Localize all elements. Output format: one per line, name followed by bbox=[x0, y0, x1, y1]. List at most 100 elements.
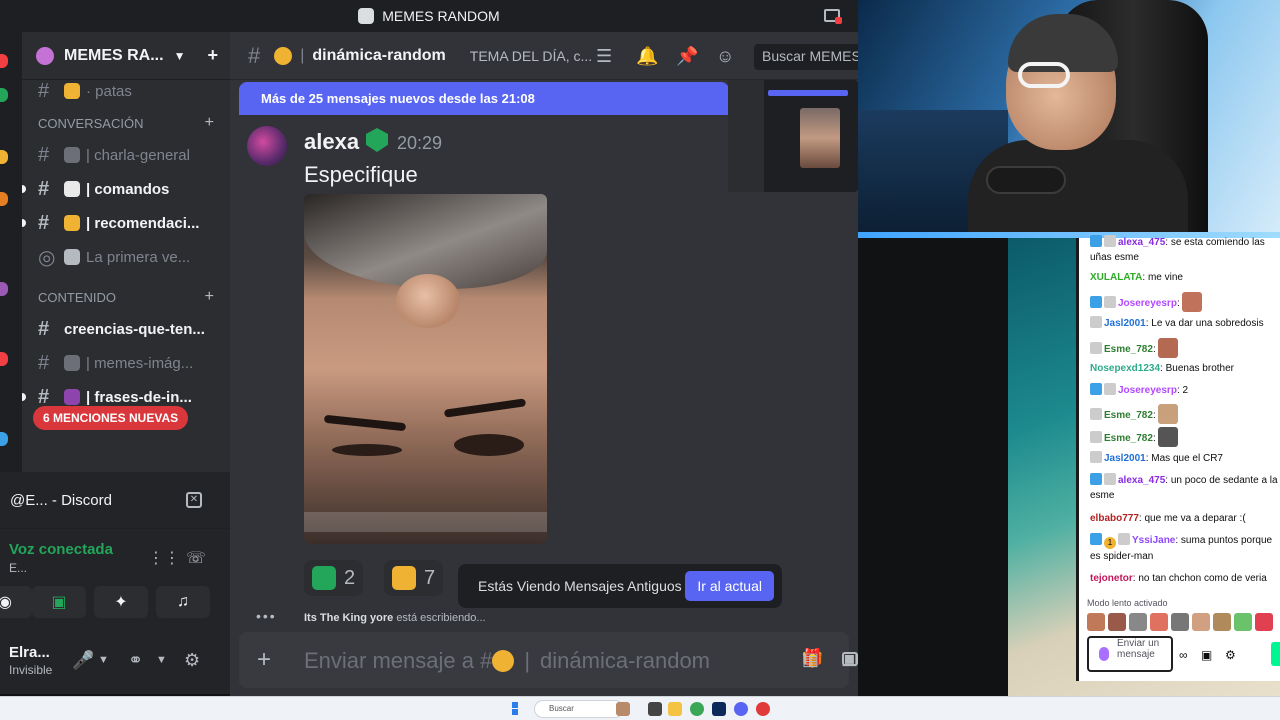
gift-icon[interactable]: ▣ bbox=[1201, 648, 1212, 662]
username[interactable]: Elra... bbox=[9, 644, 50, 661]
emote-icon[interactable] bbox=[1150, 613, 1168, 631]
chat-username[interactable]: elbabo777 bbox=[1090, 513, 1139, 524]
send-chat-button[interactable] bbox=[1271, 642, 1280, 666]
soundboard-button[interactable]: ♫ bbox=[156, 586, 210, 618]
bell-icon[interactable]: 🔔 bbox=[636, 46, 658, 67]
file-explorer-icon[interactable] bbox=[668, 702, 682, 716]
typing-suffix: está escribiendo... bbox=[396, 612, 486, 624]
emote-icon[interactable] bbox=[1213, 613, 1231, 631]
noise-suppression-icon[interactable]: ⋮⋮ bbox=[148, 548, 180, 568]
server-icon[interactable] bbox=[0, 150, 8, 164]
server-icon[interactable] bbox=[0, 192, 8, 206]
upload-plus-icon[interactable]: + bbox=[257, 646, 271, 674]
chat-username[interactable]: Esme_782 bbox=[1104, 410, 1153, 421]
chat-username[interactable]: Josereyesrp bbox=[1118, 385, 1177, 396]
chrome-icon[interactable] bbox=[690, 702, 704, 716]
screen-share-icon[interactable] bbox=[824, 9, 842, 24]
channel-item-unread[interactable]: # | comandos bbox=[22, 172, 230, 206]
chat-username[interactable]: Jasl2001 bbox=[1104, 453, 1146, 464]
chat-username[interactable]: YssiJane bbox=[1132, 535, 1175, 546]
channel-item[interactable]: # · patas bbox=[22, 80, 230, 102]
message-composer[interactable]: + Enviar mensaje a # | dinámica-random 🎁 ▣ bbox=[239, 632, 858, 688]
windows-start-icon[interactable] bbox=[512, 702, 518, 715]
disconnect-icon[interactable]: ☏ bbox=[186, 548, 206, 568]
jump-to-present-button[interactable]: Ir al actual bbox=[685, 571, 774, 601]
channel-item-unread[interactable]: # | recomendaci... bbox=[22, 206, 230, 240]
emote-icon[interactable] bbox=[1087, 613, 1105, 631]
app-icon[interactable] bbox=[756, 702, 770, 716]
badge-icon bbox=[1090, 408, 1102, 420]
activities-button[interactable]: ✦ bbox=[94, 586, 148, 618]
channel-item[interactable]: ◎ La primera ve... bbox=[22, 240, 230, 274]
avatar[interactable] bbox=[247, 126, 287, 166]
server-unread-icon[interactable] bbox=[0, 352, 8, 366]
microphone-icon[interactable]: 🎤 bbox=[72, 650, 94, 671]
gift-icon[interactable]: ▤ bbox=[802, 649, 819, 670]
photoshop-icon[interactable] bbox=[712, 702, 726, 716]
emote-icon[interactable] bbox=[1171, 613, 1189, 631]
emote-icon[interactable] bbox=[1108, 613, 1126, 631]
emote-icon[interactable] bbox=[1129, 613, 1147, 631]
category-header[interactable]: CONTENIDO + bbox=[22, 282, 230, 312]
chat-username[interactable]: alexa_475 bbox=[1118, 237, 1165, 248]
search-input[interactable]: Buscar MEMES bbox=[754, 44, 864, 70]
new-messages-banner[interactable]: Más de 25 mensajes nuevos desde las 21:0… bbox=[239, 82, 729, 115]
headphones-icon[interactable]: ⚭ bbox=[128, 650, 143, 671]
server-icon[interactable] bbox=[0, 432, 8, 446]
channel-points-icon[interactable]: ∞ bbox=[1179, 648, 1188, 662]
chat-input[interactable]: Enviar un mensaje bbox=[1087, 636, 1173, 672]
server-header[interactable]: MEMES RA... ▼ + bbox=[22, 32, 230, 80]
add-channel-icon[interactable]: + bbox=[205, 288, 214, 306]
reaction-laugh[interactable]: 7 bbox=[384, 560, 444, 596]
stream-preview-thumbnail bbox=[728, 80, 858, 192]
message-author[interactable]: alexa bbox=[304, 129, 359, 155]
role-badge-icon bbox=[366, 128, 388, 152]
server-unread-icon[interactable] bbox=[0, 54, 8, 68]
chat-username[interactable]: Esme_782 bbox=[1104, 433, 1153, 444]
category-header[interactable]: CONVERSACIÓN + bbox=[22, 108, 230, 138]
category-name: CONVERSACIÓN bbox=[38, 115, 144, 131]
gear-icon[interactable]: ⚙ bbox=[1225, 648, 1236, 662]
server-icon[interactable] bbox=[0, 282, 8, 296]
gif-icon[interactable] bbox=[842, 652, 858, 666]
pin-icon[interactable]: 📌 bbox=[676, 46, 698, 67]
new-mentions-pill[interactable]: 6 MENCIONES NUEVAS bbox=[33, 406, 189, 430]
gear-icon[interactable]: ⚙ bbox=[184, 650, 200, 671]
screen-share-button[interactable]: ▣ bbox=[32, 586, 86, 618]
chat-username[interactable]: XULALATA bbox=[1090, 272, 1142, 283]
channel-item-unread[interactable]: # creencias-que-ten... bbox=[22, 312, 230, 346]
discord-icon[interactable] bbox=[734, 702, 748, 716]
emote-icon[interactable] bbox=[1192, 613, 1210, 631]
chevron-down-icon[interactable]: ▼ bbox=[156, 654, 167, 666]
message-image-attachment[interactable] bbox=[304, 194, 547, 544]
task-view-icon[interactable] bbox=[648, 702, 662, 716]
chat-username[interactable]: Nosepexd1234 bbox=[1090, 363, 1160, 374]
taskbar-search[interactable]: Buscar bbox=[534, 700, 624, 718]
voice-status[interactable]: Voz conectada bbox=[9, 541, 113, 558]
chat-username[interactable]: Josereyesrp bbox=[1118, 298, 1177, 309]
chevron-down-icon[interactable]: ▼ bbox=[98, 654, 109, 666]
reaction-check[interactable]: 2 bbox=[304, 560, 364, 596]
server-icon[interactable] bbox=[0, 88, 8, 102]
badge-icon bbox=[1104, 383, 1116, 395]
emote-icon[interactable] bbox=[1255, 613, 1273, 631]
widget-icon[interactable] bbox=[616, 702, 630, 716]
channel-item[interactable]: # | memes-imág... bbox=[22, 346, 230, 380]
chat-username[interactable]: Esme_782 bbox=[1104, 344, 1153, 355]
threads-icon[interactable]: ☰ bbox=[596, 46, 612, 67]
channel-item[interactable]: # | charla-general bbox=[22, 138, 230, 172]
chat-username[interactable]: alexa_475 bbox=[1118, 475, 1165, 486]
close-icon[interactable]: ✕ bbox=[186, 492, 202, 508]
camera-button[interactable]: ◉ bbox=[0, 586, 32, 618]
separator: | bbox=[524, 648, 531, 673]
chat-text: se esta comiendo las uñas esme bbox=[1090, 237, 1265, 263]
devil-icon bbox=[64, 389, 80, 405]
invite-user-icon[interactable]: + bbox=[207, 45, 218, 66]
emote-icon[interactable] bbox=[1234, 613, 1252, 631]
member-list-icon[interactable]: ☺ bbox=[716, 46, 734, 67]
chat-username[interactable]: tejonetor bbox=[1090, 573, 1133, 584]
channel-topic[interactable]: TEMA DEL DÍA, c... bbox=[470, 48, 592, 64]
add-channel-icon[interactable]: + bbox=[205, 114, 214, 132]
chat-username[interactable]: Jasl2001 bbox=[1104, 318, 1146, 329]
hash-icon: # bbox=[38, 177, 50, 200]
